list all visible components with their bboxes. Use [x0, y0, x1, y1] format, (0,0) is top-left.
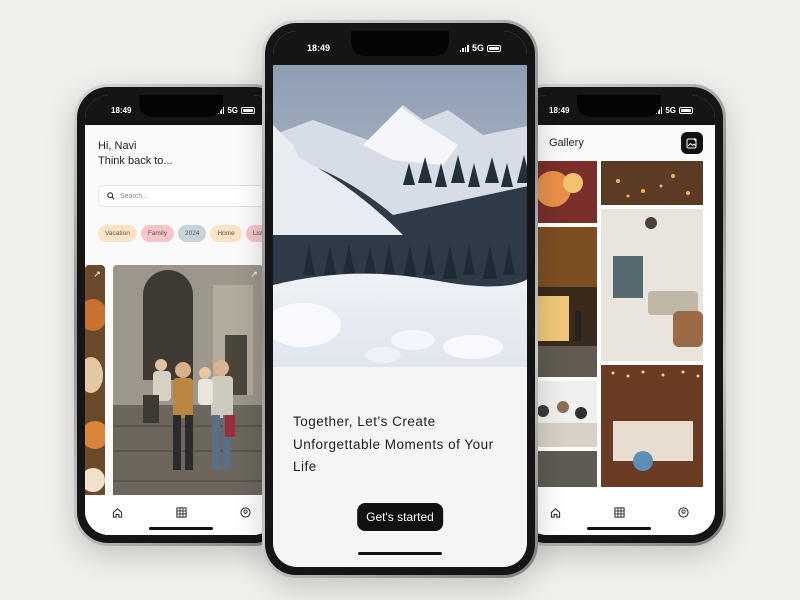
home-screen: 18:49 5G Hi, Navi Think back to... Searc…: [85, 95, 277, 535]
family-photo: [113, 265, 263, 511]
signal-icon: [459, 44, 469, 52]
expand-arrow-icon[interactable]: ↗: [248, 268, 260, 280]
battery-icon: [241, 106, 255, 114]
snowy-mountain-photo: [273, 65, 527, 367]
greeting-subtitle: Think back to...: [98, 155, 173, 167]
status-time: 18:49: [111, 105, 132, 115]
home-icon[interactable]: [112, 507, 123, 518]
greeting-name: Hi, Navi: [98, 140, 137, 152]
phone-gallery-screen: 18:49 5G Gallery: [512, 84, 726, 546]
greeting: Hi, Navi Think back to...: [98, 139, 173, 169]
home-indicator: [358, 552, 442, 555]
category-chips: Vacation Family 2024 Home Listy: [98, 225, 274, 242]
chip-vacation[interactable]: Vacation: [98, 225, 137, 242]
search-icon: [107, 192, 115, 200]
chip-home[interactable]: Home: [210, 225, 242, 242]
search-input[interactable]: Search...: [120, 193, 148, 200]
add-image-icon: [686, 138, 697, 149]
gallery-photos: [523, 161, 703, 487]
page-title: Gallery: [549, 137, 584, 149]
food-photo: [85, 265, 105, 511]
gallery-header: Gallery: [523, 125, 715, 161]
battery-icon: [679, 106, 693, 114]
bottom-navigation: [85, 495, 277, 535]
gallery-screen: 18:49 5G Gallery: [523, 95, 715, 535]
chip-2024[interactable]: 2024: [177, 225, 207, 242]
status-time: 18:49: [307, 43, 331, 53]
battery-icon: [487, 44, 501, 52]
network-label: 5G: [471, 43, 484, 53]
camera-notch: [351, 31, 449, 56]
photo-grid: [523, 161, 715, 495]
add-photo-button[interactable]: [681, 132, 703, 154]
phone-welcome-screen: 18:49 5G Together, Let's Create Unforget…: [262, 20, 538, 578]
camera-notch: [139, 95, 223, 117]
welcome-screen: 18:49 5G Together, Let's Create Unforget…: [273, 31, 527, 567]
network-label: 5G: [227, 105, 238, 115]
get-started-button[interactable]: Get's started: [357, 503, 443, 531]
home-indicator: [587, 527, 651, 530]
profile-icon[interactable]: [239, 506, 251, 518]
profile-icon[interactable]: [677, 506, 689, 518]
phone-home-screen: 18:49 5G Hi, Navi Think back to... Searc…: [74, 84, 288, 546]
photo-card-family[interactable]: ↗: [113, 265, 263, 511]
grid-icon[interactable]: [175, 506, 187, 518]
chip-family[interactable]: Family: [140, 225, 174, 242]
photo-card-food[interactable]: ↗: [85, 265, 105, 511]
expand-arrow-icon[interactable]: ↗: [91, 268, 103, 280]
bottom-navigation: [523, 495, 715, 535]
network-label: 5G: [665, 105, 676, 115]
home-content: Hi, Navi Think back to... Search... Vaca…: [85, 125, 277, 535]
welcome-heading: Together, Let's Create Unforgettable Mom…: [293, 414, 494, 474]
status-time: 18:49: [549, 105, 570, 115]
search-bar[interactable]: Search...: [98, 185, 277, 207]
home-icon[interactable]: [550, 507, 561, 518]
home-indicator: [149, 527, 213, 530]
camera-notch: [577, 95, 661, 117]
hero-image: [273, 65, 527, 367]
grid-icon[interactable]: [613, 506, 625, 518]
photo-city-night: [601, 161, 703, 205]
